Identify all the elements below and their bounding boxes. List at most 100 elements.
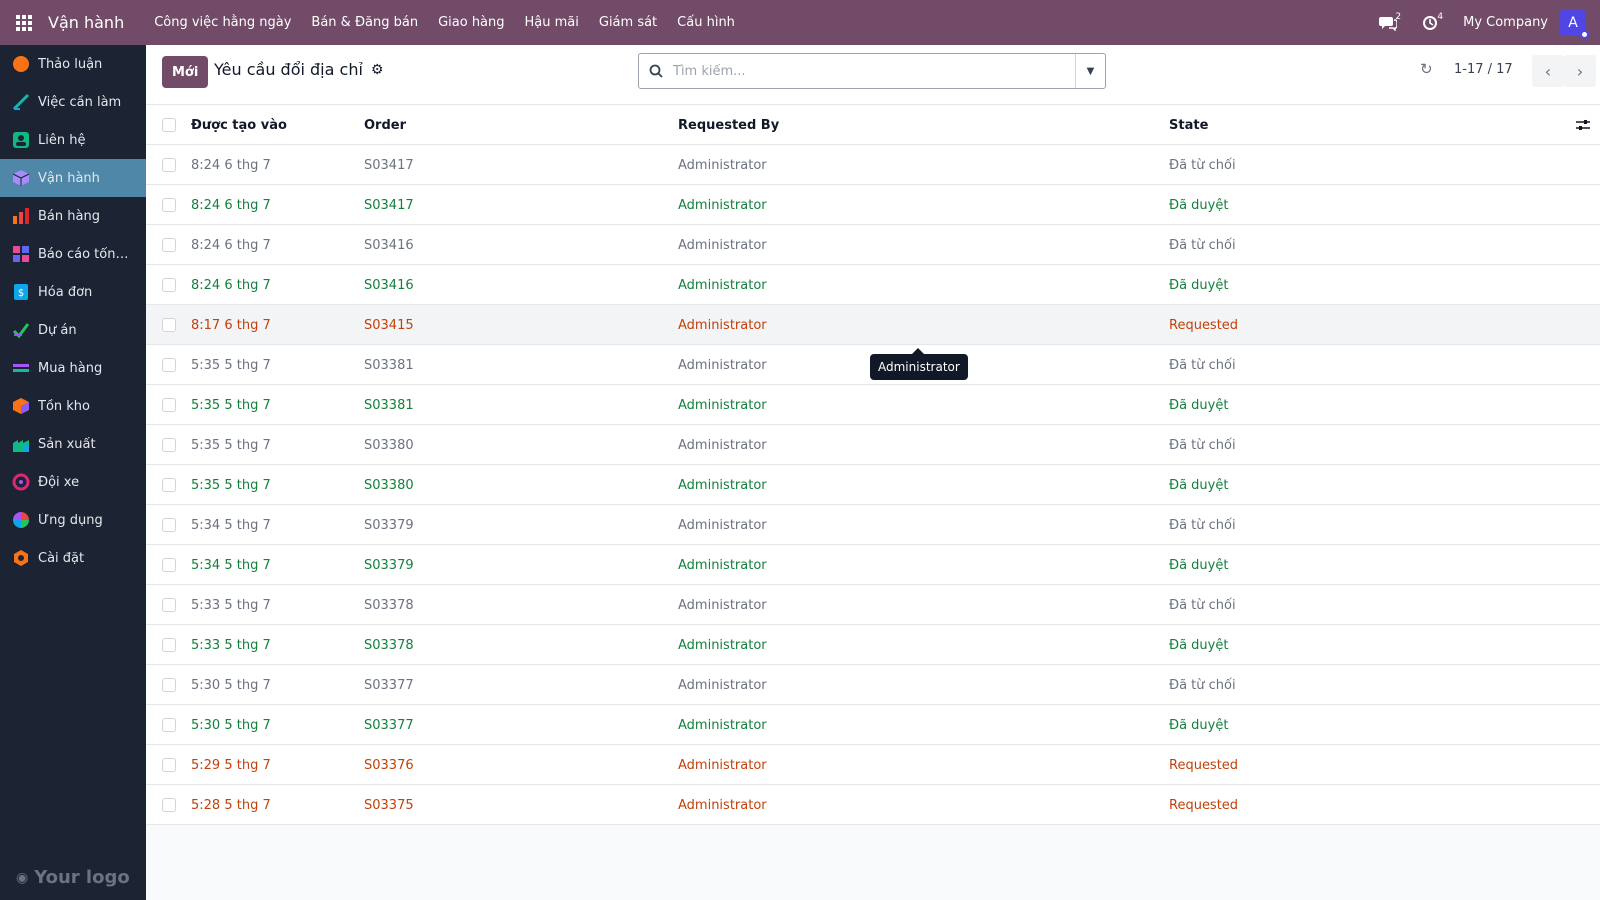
cell-requested-by: Administrator bbox=[678, 277, 767, 293]
settings-icon bbox=[12, 549, 30, 567]
cell-order: S03380 bbox=[364, 477, 414, 493]
sidebar-item-fleet[interactable]: Đội xe bbox=[0, 463, 146, 501]
cell-created: 5:35 5 thg 7 bbox=[191, 437, 271, 453]
pager-previous-button[interactable]: ‹ bbox=[1532, 55, 1564, 87]
search-options-toggle-icon[interactable]: ▼ bbox=[1075, 54, 1105, 88]
activities-icon[interactable]: 4 bbox=[1409, 0, 1451, 45]
cell-created: 5:30 5 thg 7 bbox=[191, 677, 271, 693]
cell-state: Đã từ chối bbox=[1169, 437, 1236, 453]
sidebar-item-contacts[interactable]: Liên hệ bbox=[0, 121, 146, 159]
sidebar-item-inventory[interactable]: Tồn kho bbox=[0, 387, 146, 425]
table-row[interactable]: 5:34 5 thg 7 S03379 Administrator Đã từ chố… bbox=[146, 505, 1600, 545]
cell-requested-by: Administrator bbox=[678, 637, 767, 653]
table-row[interactable]: 8:24 6 thg 7 S03416 Administrator Đã duyệt bbox=[146, 265, 1600, 305]
table-row[interactable]: 5:29 5 thg 7 S03376 Administrator Requested bbox=[146, 745, 1600, 785]
sidebar-item-reporting[interactable]: Báo cáo tổng ... bbox=[0, 235, 146, 273]
cell-order: S03417 bbox=[364, 197, 414, 213]
table-row[interactable]: 5:35 5 thg 7 S03380 Administrator Đã từ chố… bbox=[146, 425, 1600, 465]
select-all-checkbox[interactable] bbox=[162, 105, 176, 145]
table-row[interactable]: 5:33 5 thg 7 S03378 Administrator Đã từ chố… bbox=[146, 585, 1600, 625]
menu-item-delivery[interactable]: Giao hàng bbox=[428, 15, 514, 30]
app-title[interactable]: Vận hành bbox=[48, 13, 124, 32]
row-checkbox[interactable] bbox=[162, 505, 176, 545]
cell-order: S03415 bbox=[364, 317, 414, 333]
cell-state: Đã từ chối bbox=[1169, 157, 1236, 173]
sidebar-item-purchase[interactable]: Mua hàng bbox=[0, 349, 146, 387]
sidebar-item-project[interactable]: Dự án bbox=[0, 311, 146, 349]
new-button[interactable]: Mới bbox=[162, 56, 209, 88]
cell-state: Đã duyệt bbox=[1169, 557, 1229, 573]
purchase-icon bbox=[12, 359, 30, 377]
column-header-state[interactable]: State bbox=[1169, 105, 1208, 145]
sidebar-item-settings[interactable]: Cài đặt bbox=[0, 539, 146, 577]
app-menu-icon[interactable] bbox=[0, 0, 48, 45]
apps-icon bbox=[12, 511, 30, 529]
sidebar-item-invoice[interactable]: $ Hóa đơn bbox=[0, 273, 146, 311]
table-row[interactable]: 8:24 6 thg 7 S03416 Administrator Đã từ chố… bbox=[146, 225, 1600, 265]
page-title-text: Yêu cầu đổi địa chỉ bbox=[214, 60, 363, 79]
cell-requested-by: Administrator bbox=[678, 477, 767, 493]
optional-columns-icon[interactable] bbox=[1576, 105, 1590, 145]
row-checkbox[interactable] bbox=[162, 425, 176, 465]
cell-state: Requested bbox=[1169, 757, 1239, 773]
sidebar-item-discuss[interactable]: Thảo luận bbox=[0, 45, 146, 83]
row-checkbox[interactable] bbox=[162, 225, 176, 265]
table-row[interactable]: 8:17 6 thg 7 S03415 Administrator Requested bbox=[146, 305, 1600, 345]
cell-created: 5:33 5 thg 7 bbox=[191, 597, 271, 613]
sidebar-item-todo[interactable]: Việc cần làm bbox=[0, 83, 146, 121]
cell-order: S03379 bbox=[364, 517, 414, 533]
row-checkbox[interactable] bbox=[162, 785, 176, 825]
menu-item-aftersales[interactable]: Hậu mãi bbox=[515, 15, 589, 30]
table-row[interactable]: 5:33 5 thg 7 S03378 Administrator Đã duyệt bbox=[146, 625, 1600, 665]
row-checkbox[interactable] bbox=[162, 385, 176, 425]
search-input[interactable] bbox=[673, 56, 1075, 86]
sidebar-item-apps[interactable]: Ứng dụng bbox=[0, 501, 146, 539]
row-checkbox[interactable] bbox=[162, 265, 176, 305]
cell-requested-by: Administrator bbox=[678, 357, 767, 373]
row-checkbox[interactable] bbox=[162, 545, 176, 585]
sidebar-item-operations[interactable]: Vận hành bbox=[0, 159, 146, 197]
refresh-icon[interactable]: ↻ bbox=[1420, 60, 1433, 78]
row-checkbox[interactable] bbox=[162, 305, 176, 345]
table-row[interactable]: 5:30 5 thg 7 S03377 Administrator Đã từ chố… bbox=[146, 665, 1600, 705]
column-header-created[interactable]: Được tạo vào bbox=[191, 105, 287, 145]
row-checkbox[interactable] bbox=[162, 145, 176, 185]
user-avatar[interactable]: A bbox=[1560, 9, 1589, 39]
discuss-icon bbox=[12, 55, 30, 73]
table-row[interactable]: 5:28 5 thg 7 S03375 Administrator Requested bbox=[146, 785, 1600, 825]
row-checkbox[interactable] bbox=[162, 745, 176, 785]
gear-icon[interactable]: ⚙ bbox=[371, 62, 384, 78]
menu-item-daily[interactable]: Công việc hằng ngày bbox=[144, 15, 301, 30]
sidebar-item-sales[interactable]: Bán hàng bbox=[0, 197, 146, 235]
pager-value[interactable]: 1-17 / 17 bbox=[1454, 62, 1513, 77]
sidebar-item-manufacturing[interactable]: Sản xuất bbox=[0, 425, 146, 463]
menu-item-monitoring[interactable]: Giám sát bbox=[589, 15, 667, 30]
row-checkbox[interactable] bbox=[162, 585, 176, 625]
row-checkbox[interactable] bbox=[162, 465, 176, 505]
menu-item-sales[interactable]: Bán & Đăng bán bbox=[301, 15, 428, 30]
table-row[interactable]: 5:35 5 thg 7 S03380 Administrator Đã duyệt bbox=[146, 465, 1600, 505]
table-row[interactable]: 8:24 6 thg 7 S03417 Administrator Đã từ chố… bbox=[146, 145, 1600, 185]
sidebar-item-label: Sản xuất bbox=[38, 436, 96, 452]
messages-icon[interactable]: 2 bbox=[1367, 0, 1409, 45]
table-row[interactable]: 5:34 5 thg 7 S03379 Administrator Đã duyệt bbox=[146, 545, 1600, 585]
row-checkbox[interactable] bbox=[162, 185, 176, 225]
cell-created: 5:30 5 thg 7 bbox=[191, 717, 271, 733]
column-header-requested-by[interactable]: Requested By bbox=[678, 105, 779, 145]
company-switcher[interactable]: My Company bbox=[1451, 15, 1560, 30]
cell-state: Đã từ chối bbox=[1169, 237, 1236, 253]
row-checkbox[interactable] bbox=[162, 705, 176, 745]
row-checkbox[interactable] bbox=[162, 345, 176, 385]
row-checkbox[interactable] bbox=[162, 625, 176, 665]
column-header-order[interactable]: Order bbox=[364, 105, 406, 145]
table-row[interactable]: 5:30 5 thg 7 S03377 Administrator Đã duyệt bbox=[146, 705, 1600, 745]
menu-item-config[interactable]: Cấu hình bbox=[667, 15, 745, 30]
cell-state: Đã từ chối bbox=[1169, 357, 1236, 373]
pager-next-button[interactable]: › bbox=[1564, 55, 1596, 87]
table-row[interactable]: 8:24 6 thg 7 S03417 Administrator Đã duyệt bbox=[146, 185, 1600, 225]
row-checkbox[interactable] bbox=[162, 665, 176, 705]
table-row[interactable]: 5:35 5 thg 7 S03381 Administrator Đã duyệt bbox=[146, 385, 1600, 425]
cell-created: 5:35 5 thg 7 bbox=[191, 397, 271, 413]
cell-state: Đã duyệt bbox=[1169, 477, 1229, 493]
todo-icon bbox=[12, 93, 30, 111]
